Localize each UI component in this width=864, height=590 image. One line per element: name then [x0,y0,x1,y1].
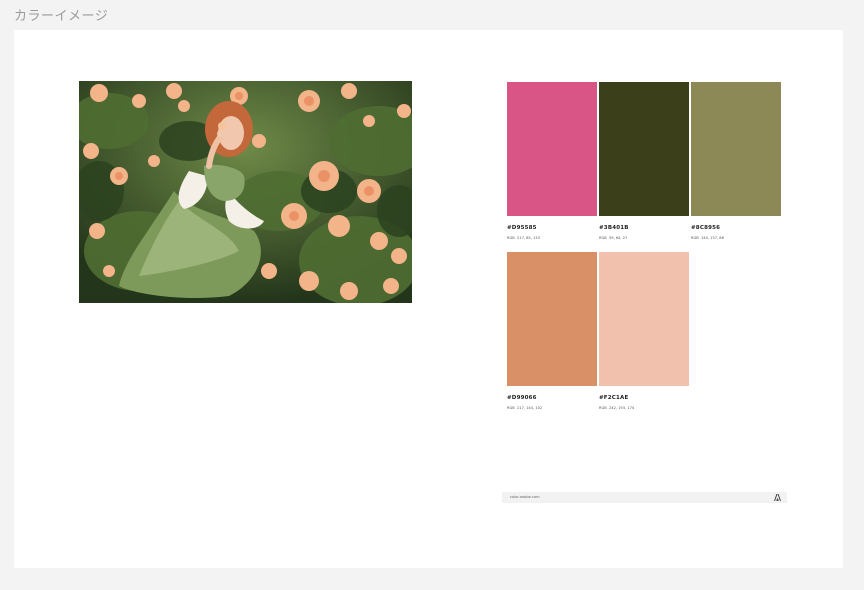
swatch-4-hex: #D99066 [507,395,537,401]
swatch-2-color[interactable] [599,82,689,216]
photo-illustration [79,81,412,303]
swatch-4-rgb: RGB 217, 144, 102 [507,406,543,410]
swatch-4[interactable]: #D99066 RGB 217, 144, 102 [507,252,597,410]
swatch-2[interactable]: #3B401B RGB 59, 64, 27 [599,82,689,240]
swatch-1-color[interactable] [507,82,597,216]
swatch-3-rgb: RGB 140, 137, 86 [691,236,724,240]
swatch-5[interactable]: #F2C1AE RGB 242, 193, 174 [599,252,689,410]
swatch-2-hex: #3B401B [599,225,629,231]
adobe-logo-icon [774,494,781,501]
swatch-5-hex: #F2C1AE [599,395,629,401]
swatch-3-hex: #8C8956 [691,225,721,231]
swatch-5-color[interactable] [599,252,689,386]
footer-site-link[interactable]: color.adobe.com [510,495,540,499]
swatch-1-rgb: RGB 217, 85, 133 [507,236,540,240]
swatch-1[interactable]: #D95585 RGB 217, 85, 133 [507,82,597,240]
swatch-3-color[interactable] [691,82,781,216]
mood-photo [79,81,412,303]
color-board-canvas: #D95585 RGB 217, 85, 133 #3B401B RGB 59, 6… [14,30,843,568]
footer-bar: color.adobe.com [502,492,787,503]
swatch-3[interactable]: #8C8956 RGB 140, 137, 86 [691,82,781,240]
swatch-2-rgb: RGB 59, 64, 27 [599,236,628,240]
swatch-1-hex: #D95585 [507,225,537,231]
page-title: カラーイメージ [14,9,109,24]
swatch-5-rgb: RGB 242, 193, 174 [599,406,635,410]
swatch-4-color[interactable] [507,252,597,386]
